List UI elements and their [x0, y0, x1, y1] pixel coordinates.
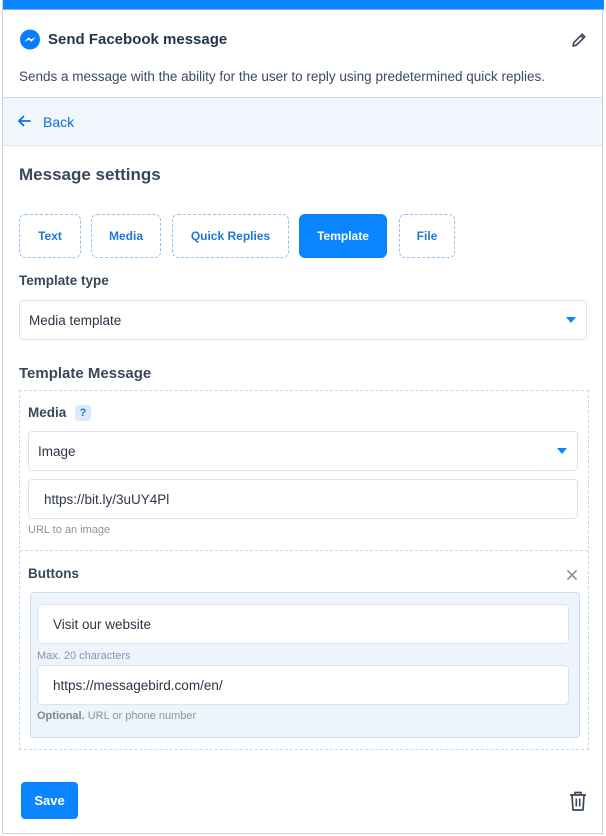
header: Send Facebook message [19, 27, 589, 53]
section-divider [20, 550, 588, 551]
back-bar: Back [3, 97, 602, 146]
template-type-select[interactable]: Media template [19, 300, 587, 340]
tab-media[interactable]: Media [91, 214, 161, 258]
save-button[interactable]: Save [21, 782, 78, 819]
tab-text[interactable]: Text [19, 214, 81, 258]
tab-template[interactable]: Template [299, 214, 387, 258]
tab-quick-replies[interactable]: Quick Replies [172, 214, 289, 258]
button-url-hint: Optional. URL or phone number [37, 710, 196, 722]
button-title-hint: Max. 20 characters [37, 650, 131, 662]
page-title: Send Facebook message [48, 31, 228, 48]
media-url-input[interactable]: https://bit.ly/3uUY4Pl [28, 479, 578, 519]
button-url-hint-optional: Optional. [37, 710, 85, 722]
button-url-hint-text: URL or phone number [84, 710, 197, 722]
message-settings-title: Message settings [19, 165, 161, 184]
arrow-left-icon [18, 115, 31, 127]
media-type-value: Image [38, 444, 76, 459]
back-label: Back [43, 114, 75, 130]
media-url-value: https://bit.ly/3uUY4Pl [44, 492, 170, 507]
chevron-down-icon [566, 317, 576, 323]
close-icon[interactable] [566, 569, 578, 581]
messenger-icon [20, 29, 40, 50]
accent-top-bar [3, 0, 604, 10]
chevron-down-icon [557, 448, 567, 454]
header-description: Sends a message with the ability for the… [19, 69, 546, 84]
tab-file[interactable]: File [399, 214, 455, 258]
trash-icon[interactable] [568, 790, 588, 812]
help-icon[interactable]: ? [75, 405, 91, 421]
buttons-label: Buttons [28, 566, 79, 581]
node-settings-panel: Send Facebook message Sends a message wi… [2, 0, 604, 834]
template-message-title: Template Message [19, 365, 152, 382]
pencil-icon[interactable] [569, 30, 589, 50]
template-type-label: Template type [19, 273, 109, 288]
template-type-value: Media template [29, 313, 122, 328]
media-label: Media [28, 405, 67, 420]
button-url-input[interactable]: https://messagebird.com/en/ [37, 665, 569, 705]
button-url-value: https://messagebird.com/en/ [53, 678, 223, 693]
button-title-input[interactable]: Visit our website [37, 604, 569, 644]
button-title-value: Visit our website [53, 617, 152, 632]
media-url-hint: URL to an image [28, 524, 111, 536]
media-type-select[interactable]: Image [28, 431, 578, 471]
